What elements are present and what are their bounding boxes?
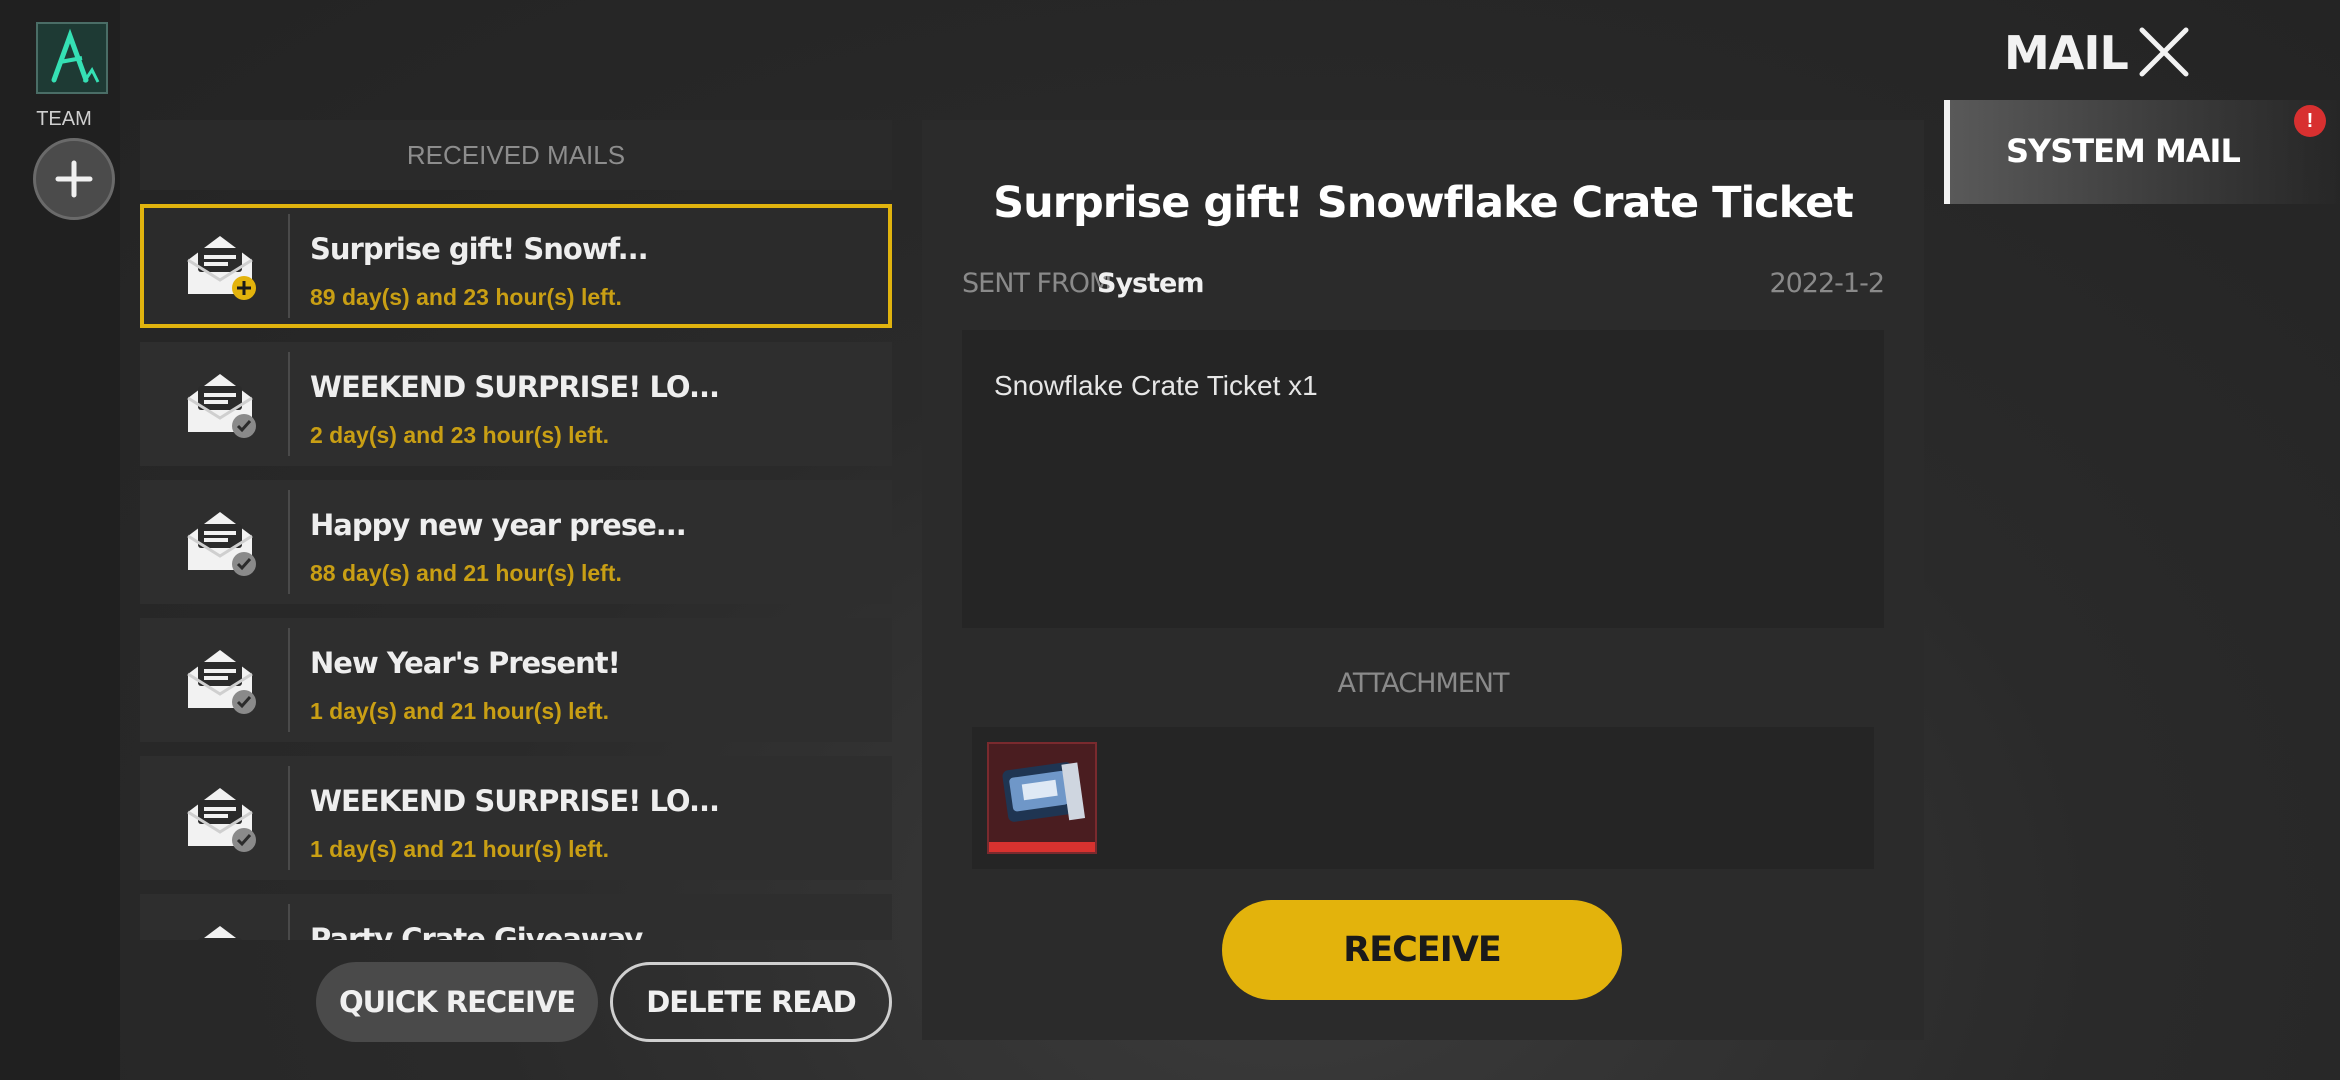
tab-label: SYSTEM MAIL (2006, 132, 2241, 170)
sent-from-label: SENT FROM (962, 268, 1112, 299)
mail-body-box: Snowflake Crate Ticket x1 (962, 330, 1884, 628)
active-tab-indicator (1944, 100, 1950, 204)
sender-name: System (1097, 268, 1204, 299)
open-envelope-icon (187, 236, 256, 300)
mail-item[interactable]: Happy new year prese... 88 day(s) and 21… (140, 480, 892, 604)
quick-receive-button[interactable]: QUICK RECEIVE (316, 962, 598, 1042)
team-label: TEAM (36, 108, 92, 130)
divider (288, 628, 290, 732)
receive-button[interactable]: RECEIVE (1222, 900, 1622, 1000)
mail-item[interactable]: Party Crate Giveaway (140, 894, 892, 940)
mail-title: New Year's Present! (310, 646, 621, 680)
open-envelope-read-icon (187, 650, 256, 714)
mail-item[interactable]: WEEKEND SURPRISE! LO... 2 day(s) and 23 … (140, 342, 892, 466)
divider (288, 214, 290, 318)
mail-time-left: 89 day(s) and 23 hour(s) left. (310, 284, 622, 310)
mail-title: Surprise gift! Snowf... (310, 232, 649, 266)
team-logo-icon[interactable] (36, 22, 108, 94)
mail-time-left: 2 day(s) and 23 hour(s) left. (310, 422, 610, 448)
plus-icon (55, 160, 93, 198)
divider (288, 904, 290, 940)
open-envelope-read-icon (187, 512, 256, 576)
mail-item[interactable]: WEEKEND SURPRISE! LO... 1 day(s) and 21 … (140, 756, 892, 880)
mail-detail-title: Surprise gift! Snowflake Crate Ticket (993, 178, 1854, 228)
close-icon[interactable] (2136, 24, 2192, 80)
sent-date: 2022-1-2 (1769, 268, 1885, 299)
mail-item-selected[interactable]: Surprise gift! Snowf... 89 day(s) and 23… (140, 204, 892, 328)
open-envelope-read-icon (187, 788, 256, 852)
attachment-label: ATTACHMENT (1337, 668, 1510, 699)
mail-time-left: 1 day(s) and 21 hour(s) left. (310, 836, 610, 862)
tab-system-mail[interactable]: SYSTEM MAIL (1944, 100, 2340, 204)
mail-item[interactable]: New Year's Present! 1 day(s) and 21 hour… (140, 618, 892, 742)
mail-time-left: 1 day(s) and 21 hour(s) left. (310, 698, 610, 724)
delete-read-button[interactable]: DELETE READ (610, 962, 892, 1042)
add-team-button[interactable] (33, 138, 115, 220)
divider (288, 490, 290, 594)
open-envelope-read-icon (187, 374, 256, 438)
mail-title: Happy new year prese... (310, 508, 687, 542)
divider (288, 766, 290, 870)
notification-badge: ! (2294, 105, 2326, 137)
mail-title: WEEKEND SURPRISE! LO... (310, 784, 720, 818)
mail-list-panel: RECEIVED MAILS Surprise gift! Snowf... 8… (140, 120, 892, 940)
snowflake-crate-ticket-icon[interactable] (987, 742, 1097, 854)
mail-heading: MAIL (2004, 26, 2129, 80)
open-envelope-read-icon (198, 926, 242, 940)
divider (288, 352, 290, 456)
mail-title: Party Crate Giveaway (310, 922, 643, 940)
mail-detail-panel: Surprise gift! Snowflake Crate Ticket SE… (922, 120, 1924, 1040)
mail-body-text: Snowflake Crate Ticket x1 (994, 370, 1318, 401)
mail-time-left: 88 day(s) and 21 hour(s) left. (310, 560, 622, 586)
list-header: RECEIVED MAILS (140, 120, 892, 190)
rarity-strip (989, 842, 1095, 852)
attachment-box (972, 727, 1874, 869)
mail-title: WEEKEND SURPRISE! LO... (310, 370, 720, 404)
